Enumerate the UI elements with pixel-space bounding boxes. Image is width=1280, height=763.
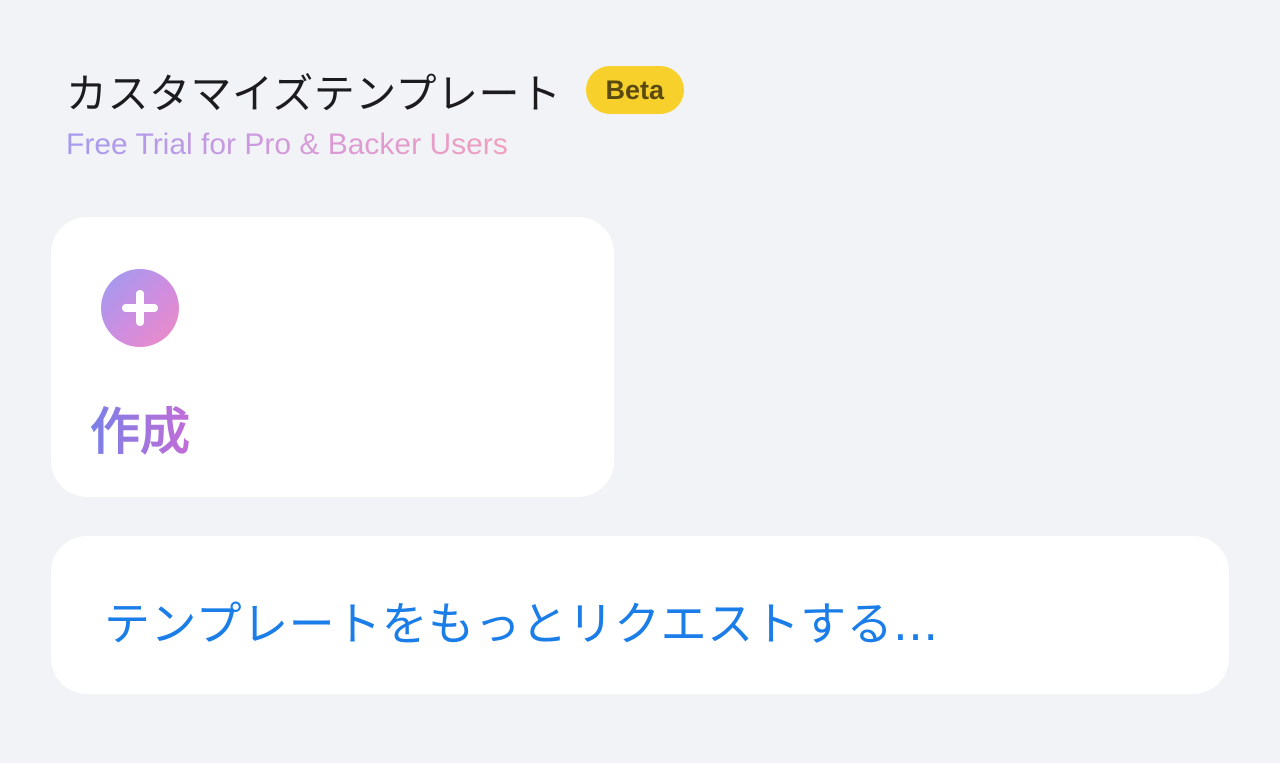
request-templates-link[interactable]: テンプレートをもっとリクエストする... bbox=[104, 588, 939, 654]
header: カスタマイズテンプレート Beta Free Trial for Pro & B… bbox=[66, 62, 1240, 162]
create-label: 作成 bbox=[90, 392, 190, 464]
plus-circle-icon bbox=[101, 269, 179, 347]
subtitle: Free Trial for Pro & Backer Users bbox=[66, 128, 508, 161]
title-row: カスタマイズテンプレート Beta bbox=[66, 62, 1240, 118]
create-template-card[interactable]: 作成 bbox=[51, 217, 614, 497]
request-templates-card[interactable]: テンプレートをもっとリクエストする... bbox=[51, 536, 1229, 694]
page-title: カスタマイズテンプレート bbox=[66, 70, 562, 118]
beta-badge: Beta bbox=[585, 66, 685, 114]
